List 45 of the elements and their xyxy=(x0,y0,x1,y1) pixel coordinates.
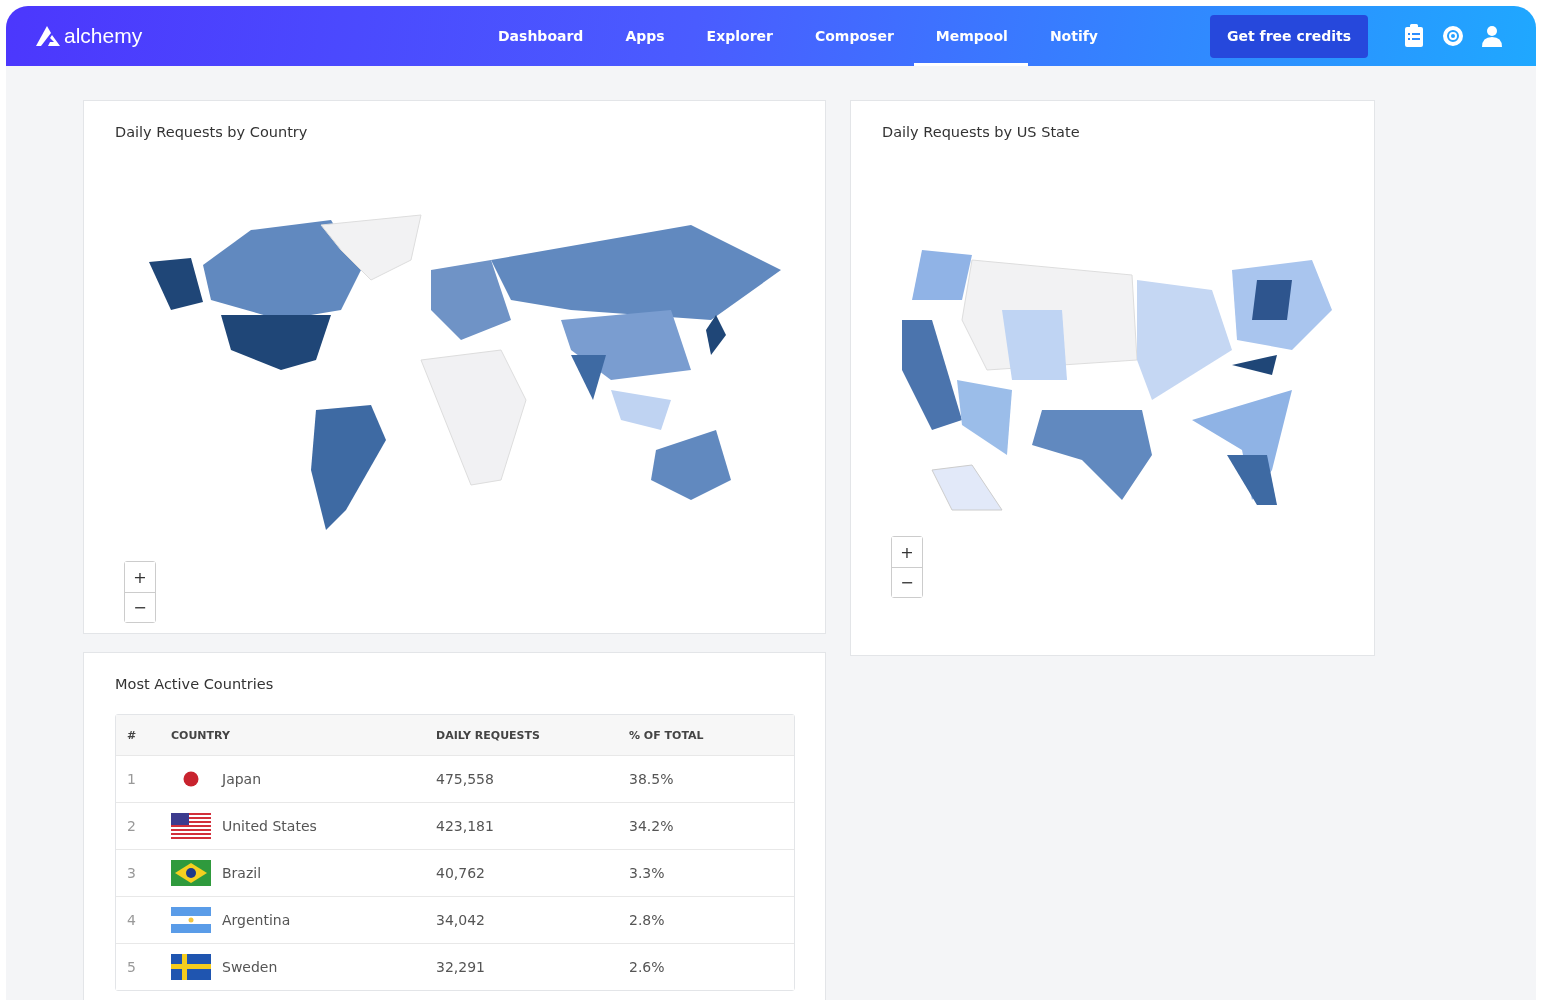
rank-cell-text: 3 xyxy=(126,865,137,881)
share-cell-text: 2.6% xyxy=(629,959,666,975)
requests-cell-text: 40,762 xyxy=(436,865,486,881)
column-header: COUNTRY xyxy=(171,728,231,742)
flag-icon xyxy=(171,860,211,886)
nav-tab[interactable]: Apps xyxy=(603,6,685,66)
nav-tab[interactable]: Explorer xyxy=(684,6,793,66)
nav-tab[interactable]: Mempool xyxy=(913,6,1028,66)
clipboard-icon[interactable] xyxy=(1404,24,1424,48)
get-credits-button[interactable]: Get free credits xyxy=(1210,14,1368,58)
share-cell-text: 34.2% xyxy=(629,818,675,834)
column-header: % OF TOTAL xyxy=(629,728,705,742)
zoom-out-button[interactable]: − xyxy=(125,592,155,622)
flag-icon xyxy=(171,813,211,839)
requests-cell-text: 34,042 xyxy=(436,912,486,928)
column-header: # xyxy=(126,728,138,742)
share-cell-text: 3.3% xyxy=(629,865,666,881)
help-icon[interactable] xyxy=(1442,25,1464,47)
nav-tab[interactable]: Composer xyxy=(792,6,914,66)
country-cell: Japan xyxy=(222,771,262,787)
flag-icon xyxy=(171,907,211,933)
requests-cell-text: 32,291 xyxy=(436,959,486,975)
rank-cell-text: 5 xyxy=(126,959,137,975)
zoom-out-button[interactable]: − xyxy=(892,567,922,597)
rank-cell-text: 4 xyxy=(126,912,137,928)
country-cell: Argentina xyxy=(222,912,291,928)
card-title: Most Active Countries xyxy=(115,676,275,692)
card-title: Daily Requests by US State xyxy=(882,124,1081,140)
card-title: Daily Requests by Country xyxy=(115,124,309,140)
nav-tab[interactable]: Dashboard xyxy=(476,6,604,66)
requests-cell-text: 475,558 xyxy=(436,771,495,787)
flag-icon xyxy=(171,954,211,980)
rank-cell-text: 2 xyxy=(126,818,137,834)
rank-cell-text: 1 xyxy=(126,771,137,787)
requests-cell-text: 423,181 xyxy=(436,818,495,834)
column-header: DAILY REQUESTS xyxy=(436,728,541,742)
share-cell-text: 2.8% xyxy=(629,912,666,928)
share-cell-text: 38.5% xyxy=(629,771,675,787)
country-cell: Sweden xyxy=(222,959,278,975)
user-icon[interactable] xyxy=(1482,25,1502,47)
nav-tab[interactable]: Notify xyxy=(1027,6,1118,66)
country-cell: Brazil xyxy=(222,865,262,881)
brand-name: alchemy xyxy=(64,24,143,48)
logo-icon xyxy=(36,26,60,46)
country-cell: United States xyxy=(222,818,317,834)
